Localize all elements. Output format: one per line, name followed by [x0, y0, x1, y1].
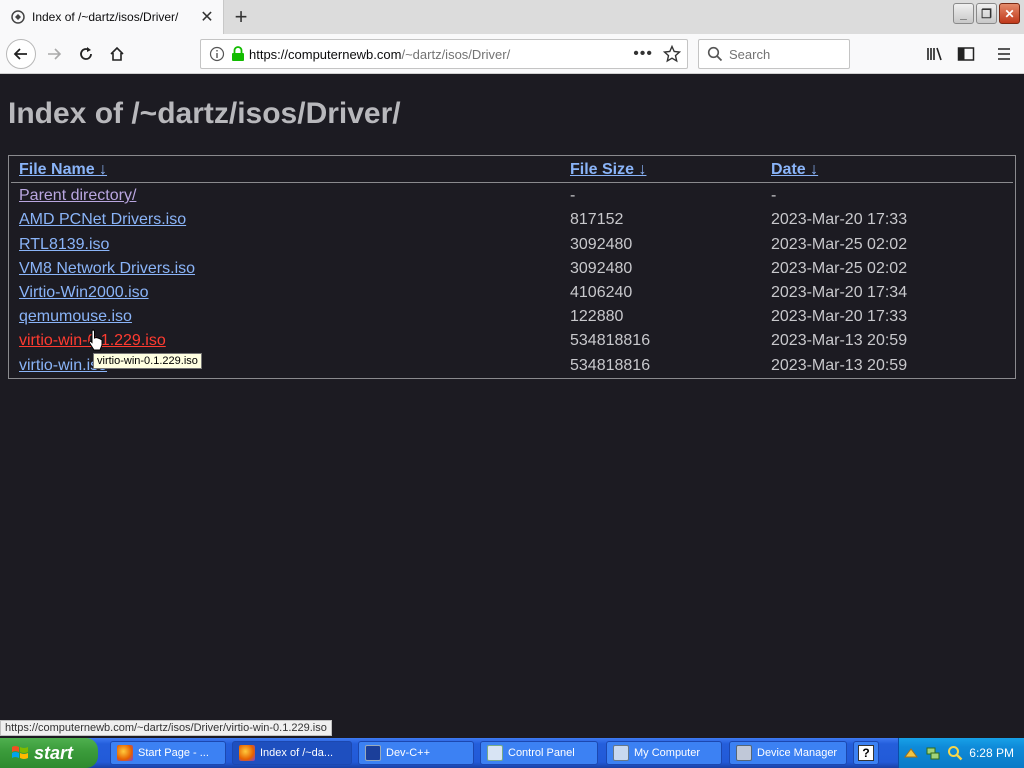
file-date: 2023-Mar-25 02:02 [771, 236, 908, 253]
window-controls: _ ❐ ✕ [953, 3, 1020, 24]
file-link-qemumouse[interactable]: qemumouse.iso [19, 308, 132, 326]
tray-search-icon[interactable] [947, 745, 963, 761]
page-content: Index of /~dartz/isos/Driver/ File Name … [0, 75, 1024, 737]
taskbar-help-button[interactable]: ? [853, 741, 879, 765]
taskbar-item-label: My Computer [634, 747, 701, 759]
firefox-icon [117, 745, 133, 761]
tray-app-icon[interactable] [903, 745, 919, 761]
tab-strip: Index of /~dartz/isos/Driver/ ✕ + _ ❐ ✕ [0, 0, 1024, 34]
search-icon [707, 46, 723, 62]
file-date: - [771, 187, 777, 204]
hand-cursor-icon [88, 329, 104, 351]
library-icon[interactable] [921, 40, 949, 68]
taskbar-item-label: Dev-C++ [386, 747, 431, 759]
file-date: 2023-Mar-20 17:33 [771, 211, 908, 228]
file-date: 2023-Mar-13 20:59 [771, 357, 908, 374]
close-window-icon[interactable]: ✕ [999, 3, 1020, 24]
file-listing-table: File Name ↓ File Size ↓ Date ↓ Parent di… [8, 155, 1016, 379]
windows-logo-icon [10, 743, 30, 763]
column-header-size[interactable]: File Size ↓ [570, 161, 646, 179]
file-size: 3092480 [570, 236, 633, 253]
taskbar-item-label: Device Manager [757, 747, 838, 759]
minimize-icon[interactable]: _ [953, 3, 974, 24]
column-header-name[interactable]: File Name ↓ [19, 161, 107, 179]
close-tab-icon[interactable]: ✕ [197, 7, 217, 27]
search-box[interactable]: Search [698, 39, 850, 69]
more-icon[interactable]: ••• [633, 45, 653, 63]
file-size: 122880 [570, 308, 624, 325]
taskbar: start Start Page - ... Index of /~da... … [0, 738, 1024, 768]
url-bar[interactable]: https://computernewb.com/~dartz/isos/Dri… [200, 39, 688, 69]
taskbar-item-label: Start Page - ... [138, 747, 209, 759]
tab-title: Index of /~dartz/isos/Driver/ [32, 10, 179, 24]
file-link-parent-directory[interactable]: Parent directory/ [19, 187, 136, 205]
file-size: 4106240 [570, 284, 633, 301]
taskbar-item-my-computer[interactable]: My Computer [606, 741, 722, 765]
search-placeholder: Search [729, 46, 771, 62]
my-computer-icon [613, 745, 629, 761]
new-tab-icon[interactable]: + [228, 4, 254, 30]
menu-icon[interactable] [990, 40, 1018, 68]
taskbar-item-index-of[interactable]: Index of /~da... [232, 741, 352, 765]
firefox-icon [239, 745, 255, 761]
header-divider [11, 182, 1013, 183]
forward-icon[interactable] [40, 40, 68, 68]
browser-tab[interactable]: Index of /~dartz/isos/Driver/ ✕ [0, 0, 224, 34]
url-text[interactable]: https://computernewb.com/~dartz/isos/Dri… [249, 47, 633, 62]
file-link-vm8-network-drivers[interactable]: VM8 Network Drivers.iso [19, 260, 195, 278]
file-size: 534818816 [570, 332, 651, 349]
home-icon[interactable] [103, 40, 131, 68]
taskbar-item-dev-cpp[interactable]: Dev-C++ [358, 741, 474, 765]
file-size: - [570, 187, 576, 204]
start-button[interactable]: start [0, 738, 98, 768]
restore-icon[interactable]: ❐ [976, 3, 997, 24]
file-date: 2023-Mar-20 17:33 [771, 308, 908, 325]
clock[interactable]: 6:28 PM [969, 746, 1014, 760]
page-title: Index of /~dartz/isos/Driver/ [8, 97, 401, 130]
help-icon: ? [858, 745, 874, 761]
tray-network-icon[interactable] [925, 745, 941, 761]
favicon-icon [10, 9, 26, 25]
file-date: 2023-Mar-20 17:34 [771, 284, 908, 301]
taskbar-item-label: Control Panel [508, 747, 575, 759]
file-link-rtl8139[interactable]: RTL8139.iso [19, 236, 109, 254]
devcpp-icon [365, 745, 381, 761]
system-tray: 6:28 PM [898, 738, 1024, 768]
taskbar-item-start-page[interactable]: Start Page - ... [110, 741, 226, 765]
tab-strip-background: Index of /~dartz/isos/Driver/ ✕ + _ ❐ ✕ [0, 0, 1024, 34]
column-header-date[interactable]: Date ↓ [771, 161, 818, 179]
file-date: 2023-Mar-25 02:02 [771, 260, 908, 277]
link-tooltip: virtio-win-0.1.229.iso [93, 353, 202, 369]
file-link-amd-pcnet-drivers[interactable]: AMD PCNet Drivers.iso [19, 211, 186, 229]
file-size: 3092480 [570, 260, 633, 277]
bookmark-star-icon[interactable] [663, 45, 681, 63]
file-date: 2023-Mar-13 20:59 [771, 332, 908, 349]
file-link-virtio-win2000[interactable]: Virtio-Win2000.iso [19, 284, 149, 302]
sidebar-icon[interactable] [952, 40, 980, 68]
status-url: https://computernewb.com/~dartz/isos/Dri… [0, 720, 332, 736]
taskbar-item-device-manager[interactable]: Device Manager [729, 741, 847, 765]
navigation-toolbar: https://computernewb.com/~dartz/isos/Dri… [0, 34, 1024, 74]
info-icon[interactable] [209, 46, 225, 62]
lock-icon[interactable] [231, 46, 245, 62]
start-label: start [34, 742, 74, 763]
control-panel-icon [487, 745, 503, 761]
taskbar-item-control-panel[interactable]: Control Panel [480, 741, 598, 765]
device-manager-icon [736, 745, 752, 761]
file-size: 817152 [570, 211, 624, 228]
back-icon[interactable] [6, 39, 36, 69]
url-path: /~dartz/isos/Driver/ [401, 46, 511, 62]
file-size: 534818816 [570, 357, 651, 374]
taskbar-item-label: Index of /~da... [260, 747, 334, 759]
url-host: https://computernewb.com [249, 46, 402, 62]
reload-icon[interactable] [72, 40, 100, 68]
